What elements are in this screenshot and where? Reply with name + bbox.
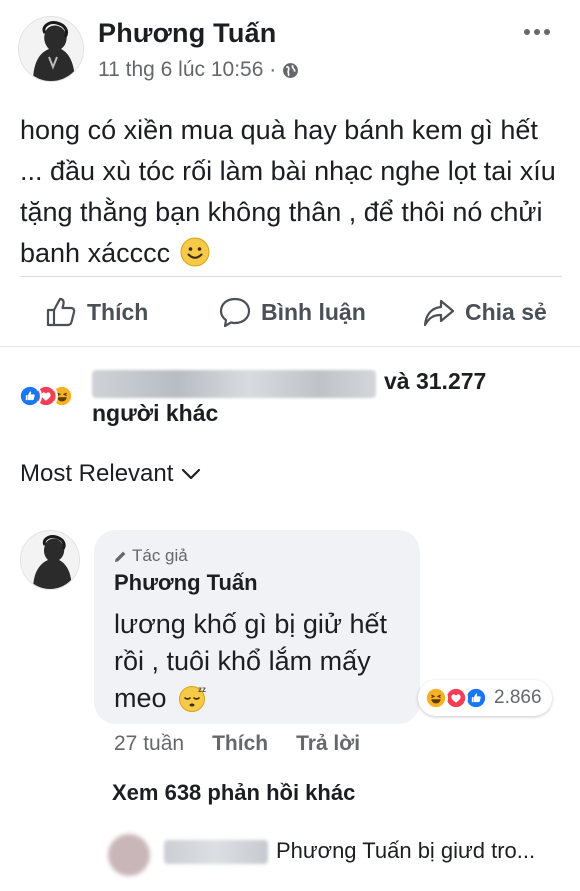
blurred-reply-avatar xyxy=(108,834,150,876)
post-timestamp[interactable]: 11 thg 6 lúc 10:56 · xyxy=(98,58,276,82)
share-button[interactable]: Chia sẻ xyxy=(422,290,547,334)
comment-text-block: lương khố gì bị giử hết rồi , tuôi khổ l… xyxy=(114,606,414,717)
post-action-bar: Thích Bình luận Chia sẻ xyxy=(0,290,580,334)
comment-sort-dropdown[interactable]: Most Relevant xyxy=(20,460,201,488)
globe-icon xyxy=(283,62,299,78)
comment-reaction-count: 2.866 xyxy=(494,687,542,708)
author-name[interactable]: Phương Tuấn xyxy=(98,18,276,49)
sort-label: Most Relevant xyxy=(20,460,174,487)
section-separator xyxy=(0,346,580,347)
comment-bubble-icon xyxy=(219,297,251,328)
author-badge-label: Tác giả xyxy=(132,546,188,565)
comment-age[interactable]: 27 tuần xyxy=(114,732,184,756)
reaction-others: người khác xyxy=(92,400,219,426)
comment-reply-button[interactable]: Trả lời xyxy=(296,732,360,756)
reply-preview[interactable]: Phương Tuấn bị giưd tro... xyxy=(108,830,578,876)
post-text: hong có xiền mua quà hay bánh kem gì hết… xyxy=(20,110,560,274)
reactions-summary[interactable]: và 31.277 người khác xyxy=(16,364,576,434)
comment-actions: 27 tuần Thích Trả lời xyxy=(114,732,360,756)
post-header: Phương Tuấn 11 thg 6 lúc 10:56 · xyxy=(18,16,562,88)
commenter-name[interactable]: Phương Tuấn xyxy=(114,570,258,596)
smile-emoji-icon xyxy=(180,237,210,267)
reaction-count: và 31.277 xyxy=(384,368,487,394)
comment-label: Bình luận xyxy=(261,298,366,325)
more-options-icon[interactable] xyxy=(524,26,552,38)
like-label: Thích xyxy=(87,298,149,325)
commenter-avatar[interactable] xyxy=(20,530,80,590)
post-timestamp-row: 11 thg 6 lúc 10:56 · xyxy=(98,58,299,82)
reaction-icons xyxy=(18,384,74,408)
blurred-reply-name xyxy=(164,840,268,864)
share-arrow-icon xyxy=(423,299,455,327)
comment-button[interactable]: Bình luận xyxy=(218,290,366,334)
pencil-icon xyxy=(115,551,126,562)
haha-reaction-icon xyxy=(424,686,448,710)
author-avatar[interactable] xyxy=(18,16,84,82)
comment-bubble[interactable]: Tác giả Phương Tuấn lương khố gì bị giử … xyxy=(94,530,420,724)
like-button[interactable]: Thích xyxy=(44,290,148,334)
blurred-reactor-name xyxy=(92,370,376,398)
share-label: Chia sẻ xyxy=(465,298,547,325)
comment-item: Tác giả Phương Tuấn lương khố gì bị giử … xyxy=(18,530,578,770)
svg-text:zz: zz xyxy=(198,685,206,694)
view-more-replies-link[interactable]: Xem 638 phản hồi khác xyxy=(112,780,355,806)
comment-like-button[interactable]: Thích xyxy=(212,732,268,756)
like-reaction-icon xyxy=(18,384,42,408)
comment-reactions[interactable]: 2.866 xyxy=(418,680,552,716)
comment-text: lương khố gì bị giử hết rồi , tuôi khổ l… xyxy=(114,609,388,713)
author-badge: Tác giả xyxy=(114,546,188,566)
reply-preview-text: Phương Tuấn bị giưd tro... xyxy=(276,838,536,863)
post-body-text: hong có xiền mua quà hay bánh kem gì hết… xyxy=(20,115,556,268)
post-divider xyxy=(20,276,562,277)
sleepy-emoji-icon: zz xyxy=(179,685,206,712)
thumbs-up-icon xyxy=(46,297,76,327)
chevron-down-icon xyxy=(182,468,201,480)
